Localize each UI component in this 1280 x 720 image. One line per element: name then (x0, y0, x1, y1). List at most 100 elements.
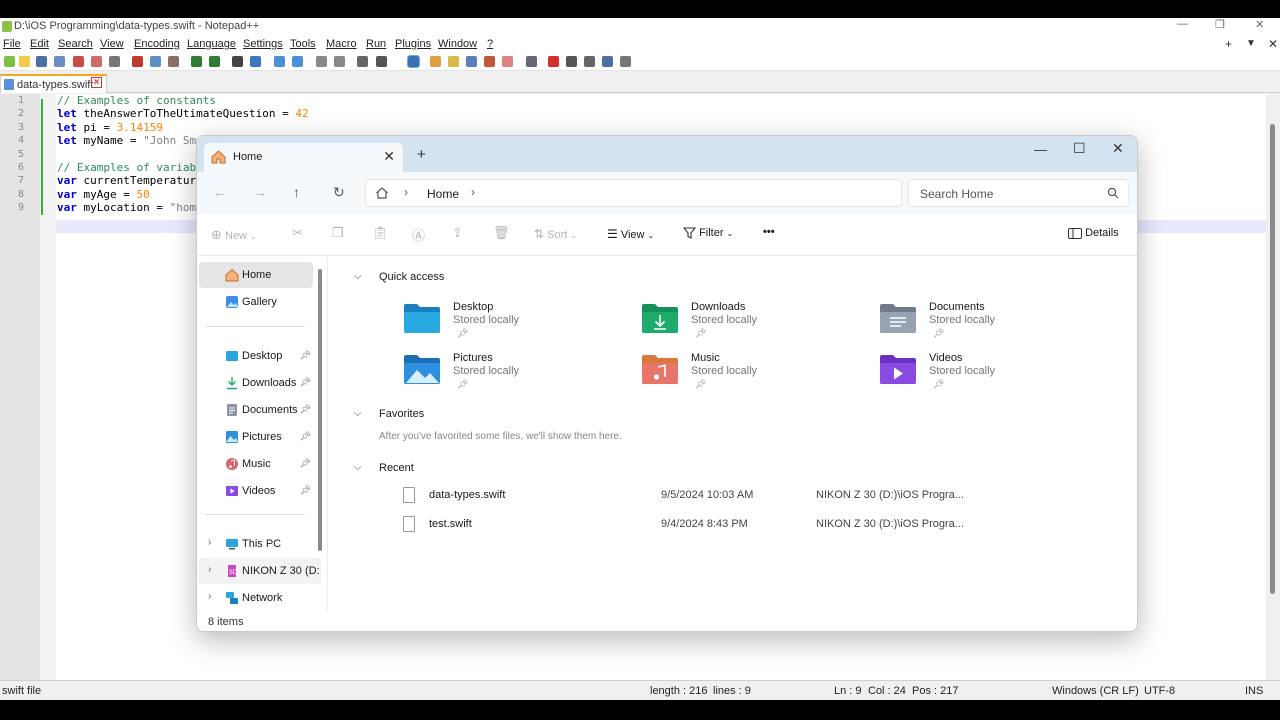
chevron-right-icon[interactable]: › (471, 185, 475, 199)
tab-close-icon[interactable]: ✕ (383, 148, 395, 165)
new-tab-icon[interactable]: + (417, 146, 426, 163)
show-all-chars-icon[interactable] (376, 56, 387, 67)
udl-icon[interactable] (430, 56, 441, 67)
close-all-icon[interactable] (91, 56, 102, 67)
zoom-in-icon[interactable] (274, 56, 285, 67)
indent-guide-icon[interactable] (407, 55, 420, 68)
menu-language[interactable]: Language (187, 38, 236, 50)
explorer-tab-home[interactable]: Home ✕ (204, 143, 403, 172)
scrollbar-thumb[interactable] (1270, 124, 1275, 594)
up-icon[interactable]: ↑ (293, 184, 300, 200)
menu-window[interactable]: Window (438, 38, 477, 50)
menu-search[interactable]: Search (58, 38, 93, 50)
breadcrumb-home[interactable]: Home (427, 187, 459, 201)
search-box[interactable]: Search Home (908, 179, 1129, 207)
sidebar-item-this-pc[interactable]: › This PC (199, 531, 313, 557)
menu-view[interactable]: View (100, 38, 124, 50)
open-file-icon[interactable] (19, 56, 30, 67)
menu-tools[interactable]: Tools (290, 38, 316, 50)
recent-file-row[interactable]: data-types.swift 9/5/2024 10:03 AM NIKON… (403, 485, 1103, 507)
rename-icon[interactable]: Ⓐ (412, 225, 425, 244)
sidebar-item-home[interactable]: Home (199, 262, 313, 288)
status-encoding[interactable]: UTF-8 (1144, 685, 1175, 697)
status-eol[interactable]: Windows (CR LF) (1052, 685, 1139, 697)
sidebar-item-pictures[interactable]: Pictures 📌︎ (199, 424, 313, 450)
quick-access-downloads[interactable]: Downloads Stored locally 📌︎ (641, 298, 851, 346)
new-button[interactable]: ⊕ New ⌄ (211, 227, 257, 243)
close-icon[interactable] (73, 56, 84, 67)
cut-icon[interactable]: ✂ (292, 225, 303, 241)
npp-new-tab-icon[interactable]: + (1225, 37, 1232, 51)
sidebar-item-documents[interactable]: Documents 📌︎ (199, 397, 313, 423)
save-macro-icon[interactable] (620, 56, 631, 67)
new-file-icon[interactable] (4, 56, 15, 67)
sidebar-item-desktop[interactable]: Desktop 📌︎ (199, 343, 313, 369)
explorer-minimize-icon[interactable]: — (1034, 142, 1047, 157)
back-icon[interactable]: ← (213, 184, 227, 200)
chevron-right-icon[interactable]: › (208, 564, 211, 575)
copy-icon[interactable]: ❐ (332, 225, 344, 241)
forward-icon[interactable]: → (253, 184, 267, 200)
menu-edit[interactable]: Edit (30, 38, 49, 50)
npp-vertical-scrollbar[interactable] (1266, 94, 1280, 680)
chevron-right-icon[interactable]: › (208, 537, 211, 548)
sync-h-icon[interactable] (334, 56, 345, 67)
more-options-button[interactable]: ••• (763, 226, 775, 238)
sync-v-icon[interactable] (316, 56, 327, 67)
menu-settings[interactable]: Settings (243, 38, 283, 50)
npp-minimize-icon[interactable]: — (1177, 18, 1188, 30)
quick-access-videos[interactable]: Videos Stored locally 📌︎ (879, 349, 1089, 397)
explorer-close-icon[interactable]: ✕ (1112, 140, 1124, 157)
quick-access-documents[interactable]: Documents Stored locally 📌︎ (879, 298, 1089, 346)
npp-close-doc-icon[interactable]: ✕ (1268, 37, 1278, 51)
word-wrap-icon[interactable] (357, 56, 368, 67)
doc-map-icon[interactable] (448, 56, 459, 67)
save-icon[interactable] (36, 56, 47, 67)
paste-icon[interactable] (168, 56, 179, 67)
chevron-right-icon[interactable]: › (208, 591, 211, 602)
menu-file[interactable]: File (3, 38, 21, 50)
monitoring-icon[interactable] (526, 56, 537, 67)
sort-button[interactable]: ⇅ Sort ⌄ (534, 227, 577, 241)
paste-icon[interactable]: 📋︎ (372, 225, 389, 241)
redo-icon[interactable] (209, 56, 220, 67)
cut-icon[interactable] (132, 56, 143, 67)
stop-macro-icon[interactable] (566, 56, 577, 67)
quick-access-pictures[interactable]: Pictures Stored locally 📌︎ (403, 349, 613, 397)
sidebar-item-downloads[interactable]: Downloads 📌︎ (199, 370, 313, 396)
npp-close-icon[interactable]: ✕ (1255, 18, 1264, 31)
undo-icon[interactable] (191, 56, 202, 67)
tab-close-icon[interactable]: × (91, 77, 102, 88)
delete-icon[interactable]: 🗑︎ (493, 225, 510, 241)
chevron-down-icon[interactable]: ⌵ (354, 408, 362, 419)
address-bar[interactable]: › Home › (365, 179, 902, 207)
details-button[interactable]: Details (1068, 227, 1119, 239)
doc-list-icon[interactable] (466, 56, 477, 67)
view-button[interactable]: ☰ View ⌄ (607, 227, 654, 241)
find-icon[interactable] (232, 56, 243, 67)
menu-help[interactable]: ? (487, 38, 493, 50)
quick-access-desktop[interactable]: Desktop Stored locally 📌︎ (403, 298, 613, 346)
address-home-icon[interactable] (375, 186, 389, 200)
npp-restore-icon[interactable]: ❐ (1215, 18, 1225, 31)
menu-plugins[interactable]: Plugins (395, 38, 431, 50)
function-list-icon[interactable] (484, 56, 495, 67)
sidebar-item-network[interactable]: › Network (199, 585, 313, 611)
filter-button[interactable]: Filter ⌄ (682, 227, 733, 239)
sidebar-item-drive-d[interactable]: › SD NIKON Z 30 (D: (199, 558, 321, 584)
copy-icon[interactable] (150, 56, 161, 67)
chevron-down-icon[interactable]: ⌵ (354, 271, 362, 282)
folder-workspace-icon[interactable] (502, 56, 513, 67)
zoom-out-icon[interactable] (292, 56, 303, 67)
recent-file-row[interactable]: test.swift 9/4/2024 8:43 PM NIKON Z 30 (… (403, 514, 1103, 536)
menu-encoding[interactable]: Encoding (134, 38, 180, 50)
chevron-down-icon[interactable]: ⌵ (354, 462, 362, 473)
share-icon[interactable]: ⇪ (452, 225, 463, 241)
record-macro-icon[interactable] (548, 56, 559, 67)
save-all-icon[interactable] (54, 56, 65, 67)
nav-pane-scrollbar[interactable] (318, 269, 322, 551)
npp-tab-data-types-swift[interactable]: data-types.swift × (0, 74, 107, 93)
explorer-maximize-icon[interactable]: ☐ (1073, 140, 1086, 157)
sidebar-item-videos[interactable]: Videos 📌︎ (199, 478, 313, 504)
replace-icon[interactable] (250, 56, 261, 67)
